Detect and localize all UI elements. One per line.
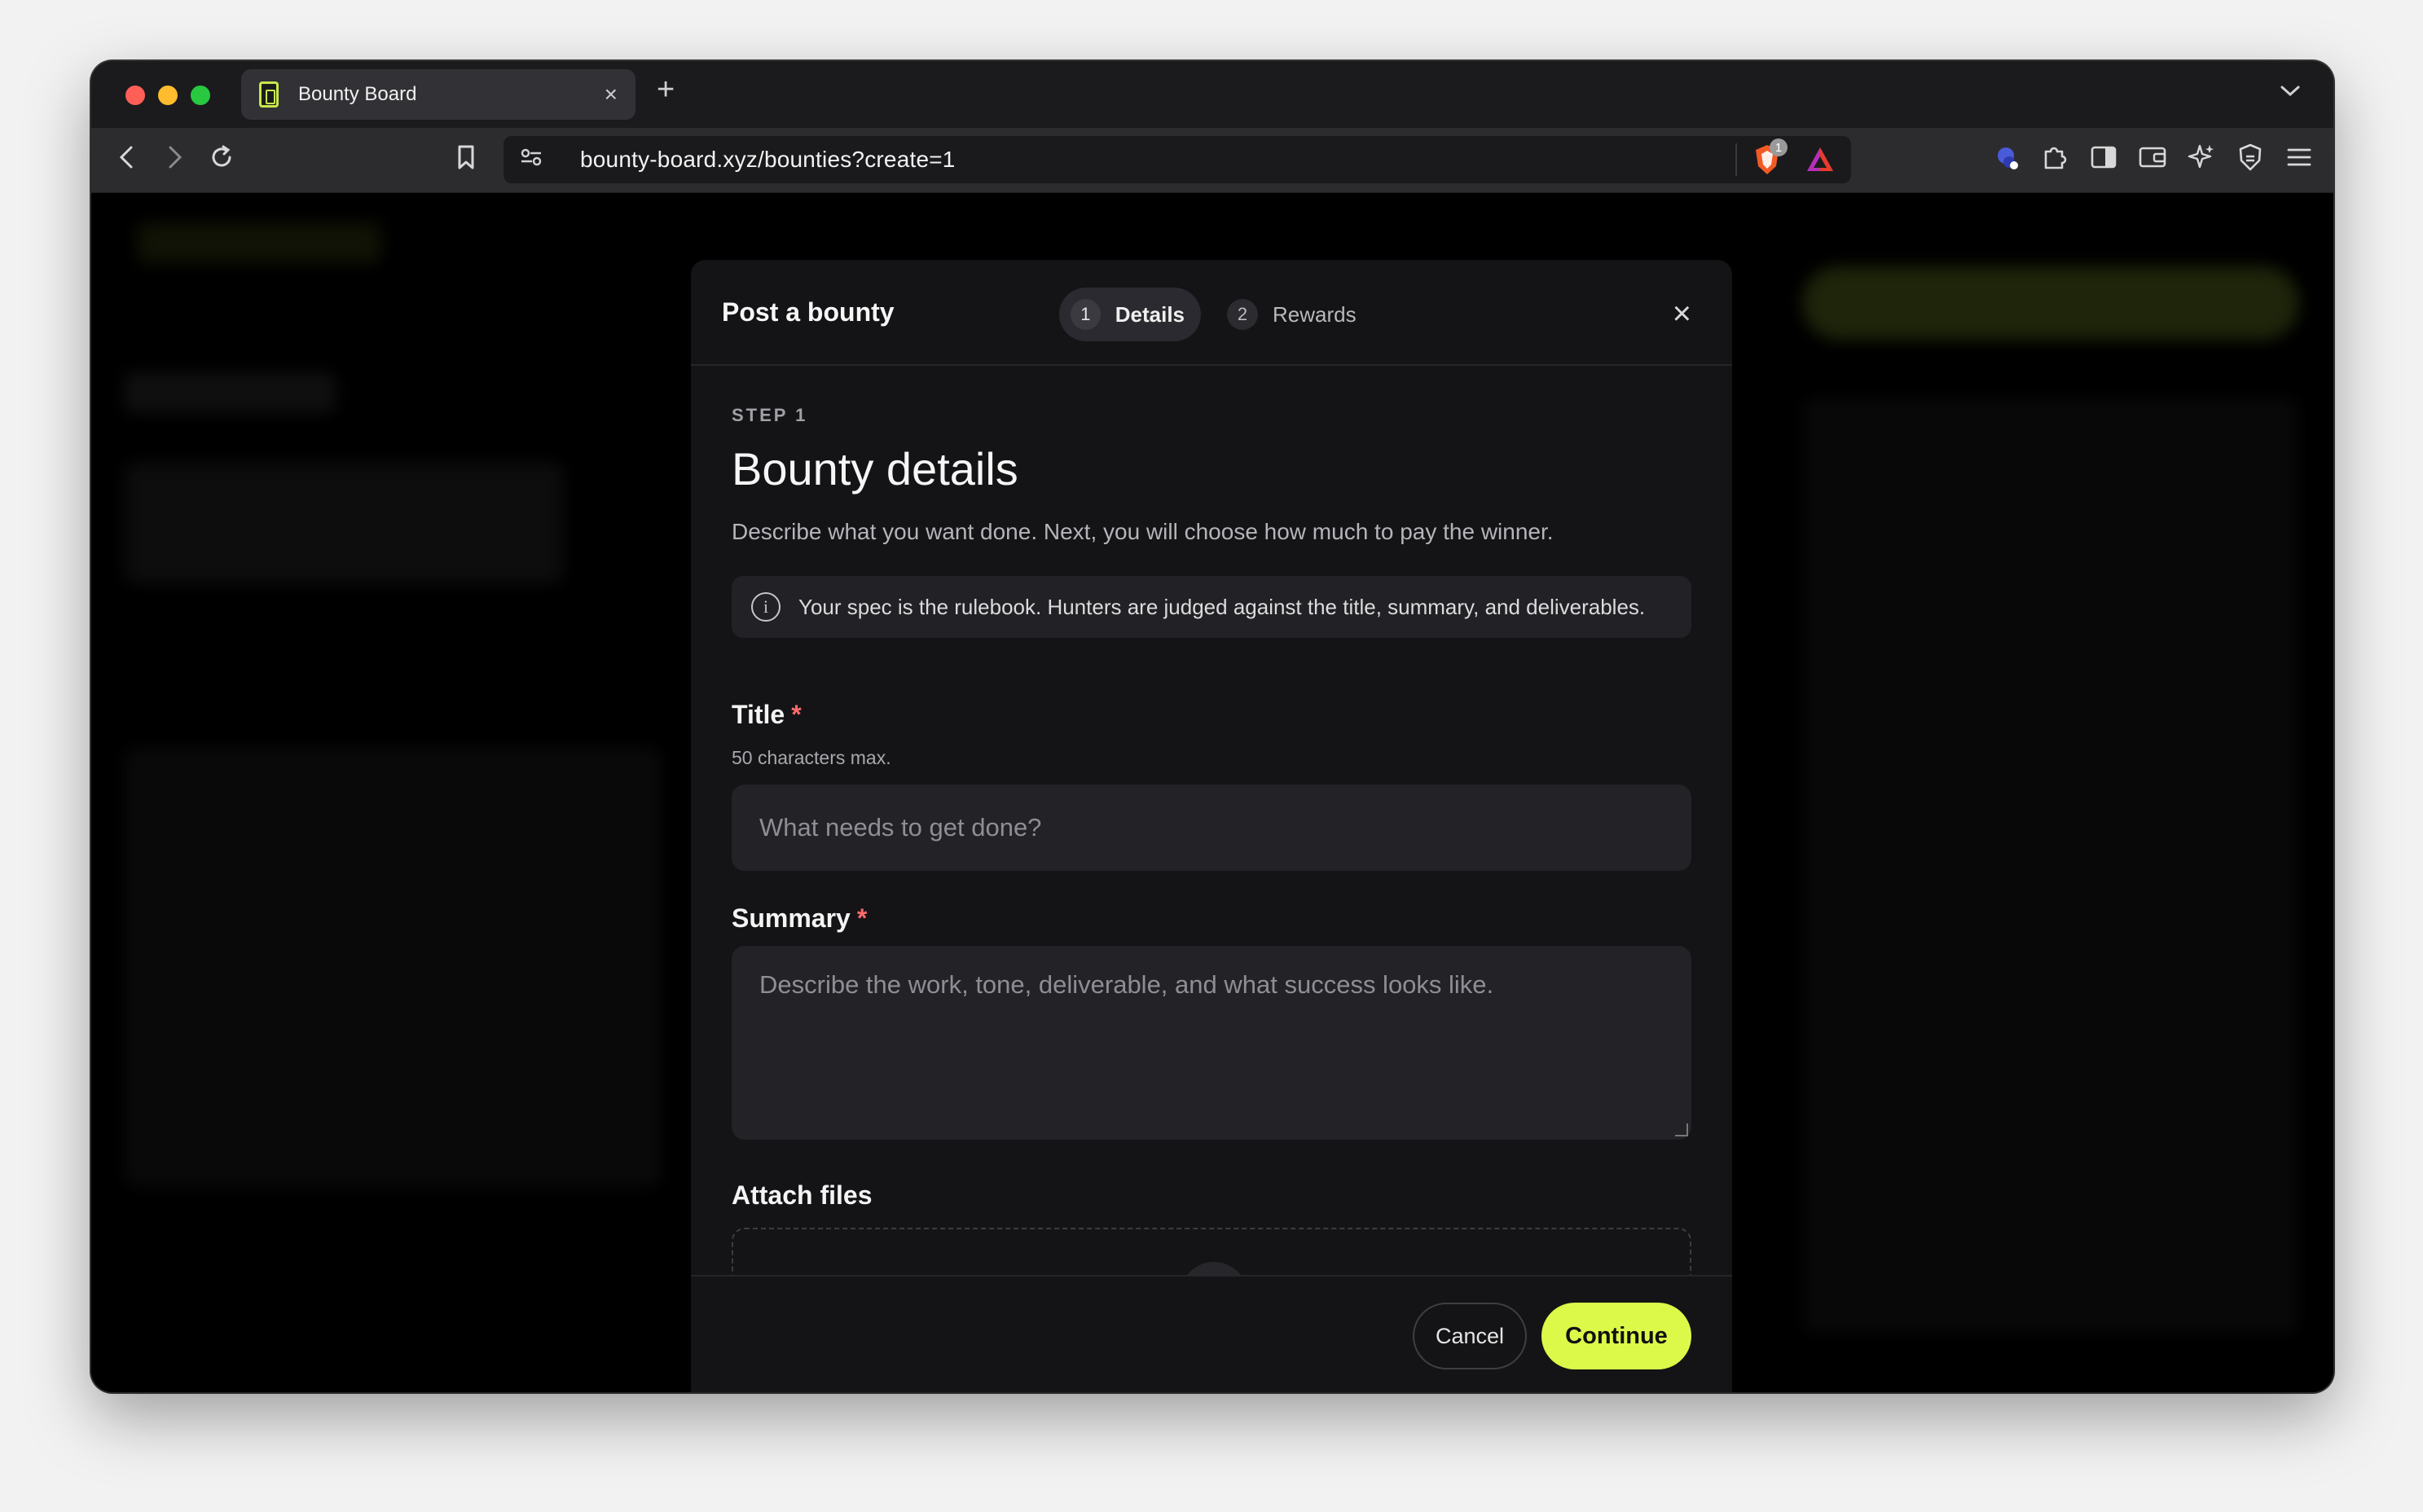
site-settings-icon[interactable] <box>520 147 552 173</box>
required-marker: * <box>791 700 802 729</box>
modal-title: Post a bounty <box>722 297 895 327</box>
brave-shields-icon[interactable]: 1 <box>1753 138 1788 176</box>
summary-label-text: Summary <box>732 903 851 933</box>
tab-title: Bounty Board <box>298 83 417 105</box>
section-description: Describe what you want done. Next, you w… <box>732 519 1554 544</box>
extensions-icon[interactable] <box>2035 138 2074 177</box>
step-number: 1 <box>1071 299 1101 330</box>
step-number: 2 <box>1227 299 1258 330</box>
sidebar-icon[interactable] <box>2084 138 2123 177</box>
step-label: Rewards <box>1273 301 1357 327</box>
vpn-icon[interactable] <box>1986 138 2025 177</box>
bookmark-icon[interactable] <box>446 138 486 177</box>
section-heading: Bounty details <box>732 443 1018 494</box>
url-bar[interactable]: bounty-board.xyz/bounties?create=1 1 <box>504 136 1851 183</box>
attach-files-label: Attach files <box>732 1180 873 1210</box>
url-divider <box>1735 143 1737 176</box>
browser-toolbar: bounty-board.xyz/bounties?create=1 1 <box>91 128 2333 193</box>
resize-handle-icon[interactable] <box>1675 1123 1688 1136</box>
info-text: Your spec is the rulebook. Hunters are j… <box>798 594 1646 619</box>
shields-count-badge: 1 <box>1770 138 1788 156</box>
minimize-window-button[interactable] <box>158 86 178 105</box>
summary-textarea[interactable]: Describe the work, tone, deliverable, an… <box>732 946 1691 1140</box>
step-details[interactable]: 1 Details <box>1059 288 1201 341</box>
post-bounty-modal: Post a bounty 1 Details 2 Rewards × STEP… <box>691 260 1732 1392</box>
title-input[interactable]: What needs to get done? <box>732 785 1691 871</box>
summary-placeholder: Describe the work, tone, deliverable, an… <box>759 970 1494 999</box>
wallet-icon[interactable] <box>2133 138 2172 177</box>
menu-icon[interactable] <box>2280 138 2319 177</box>
step-rewards[interactable]: 2 Rewards <box>1216 288 1373 341</box>
modal-header: Post a bounty 1 Details 2 Rewards × <box>691 260 1732 366</box>
page-content: Post a bounty 1 Details 2 Rewards × STEP… <box>91 193 2333 1392</box>
browser-window: Bounty Board × + bounty-board.xyz/bounti… <box>91 61 2333 1392</box>
title-label: Title * <box>732 700 802 730</box>
tab-bounty-board[interactable]: Bounty Board × <box>241 69 635 120</box>
summary-label: Summary * <box>732 903 867 934</box>
step-label: Details <box>1115 301 1185 327</box>
title-hint: 50 characters max. <box>732 747 891 768</box>
leo-icon[interactable] <box>2182 138 2221 177</box>
back-icon[interactable] <box>108 138 147 177</box>
tab-bar: Bounty Board × + <box>91 61 2333 128</box>
bounty-board-favicon-icon <box>259 81 279 108</box>
reload-icon[interactable] <box>202 138 241 177</box>
title-label-text: Title <box>732 700 785 729</box>
cancel-button[interactable]: Cancel <box>1413 1303 1527 1369</box>
new-tab-button[interactable]: + <box>657 73 675 108</box>
privacy-icon[interactable] <box>2231 138 2270 177</box>
required-marker: * <box>856 903 868 933</box>
url-text[interactable]: bounty-board.xyz/bounties?create=1 <box>580 147 1735 173</box>
tab-list-icon[interactable] <box>2280 79 2301 104</box>
info-icon: i <box>751 592 781 622</box>
close-window-button[interactable] <box>125 86 145 105</box>
title-placeholder: What needs to get done? <box>759 813 1042 842</box>
info-callout: i Your spec is the rulebook. Hunters are… <box>732 576 1691 638</box>
modal-footer: Cancel Continue <box>691 1275 1732 1392</box>
continue-button[interactable]: Continue <box>1541 1303 1691 1369</box>
step-kicker: STEP 1 <box>732 405 808 425</box>
brave-rewards-icon[interactable] <box>1805 145 1835 174</box>
maximize-window-button[interactable] <box>191 86 210 105</box>
close-icon[interactable]: × <box>1673 296 1691 332</box>
forward-icon[interactable] <box>155 138 194 177</box>
tab-close-icon[interactable]: × <box>605 81 618 108</box>
